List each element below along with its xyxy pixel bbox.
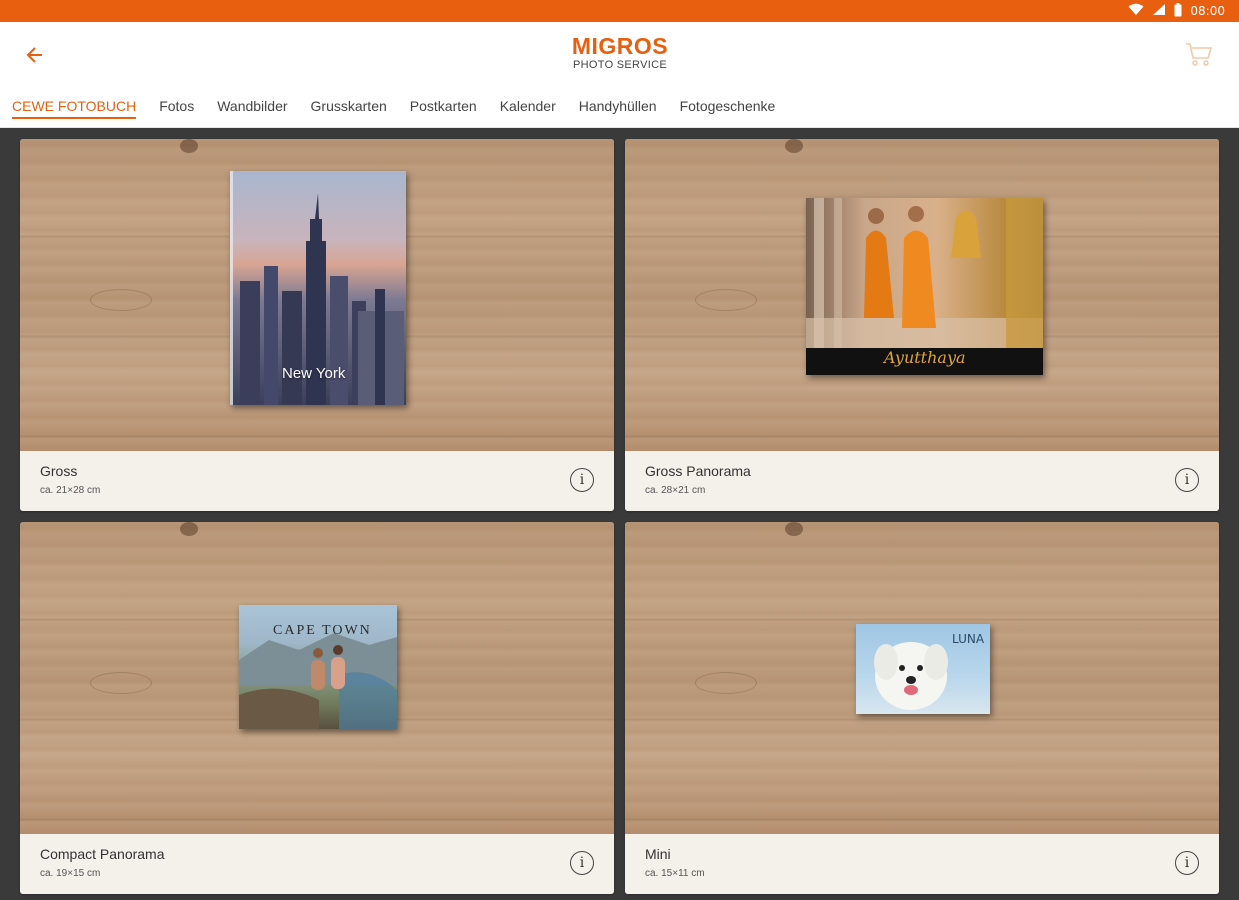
info-icon: i bbox=[579, 472, 585, 488]
product-size: ca. 19×15 cm bbox=[40, 868, 101, 879]
tab-postkarten[interactable]: Postkarten bbox=[410, 94, 477, 124]
cart-button[interactable] bbox=[1183, 38, 1215, 70]
back-button[interactable] bbox=[20, 40, 50, 70]
product-name: Gross bbox=[40, 463, 78, 479]
book-cover-title: CAPE TOWN bbox=[273, 623, 372, 638]
product-card-gross[interactable]: New York Gross ca. 21×28 cm i bbox=[20, 139, 614, 511]
product-caption: Compact Panorama ca. 19×15 cm i bbox=[20, 834, 614, 894]
product-card-mini[interactable]: LUNA Mini ca. 15×11 cm i bbox=[625, 522, 1219, 894]
battery-icon bbox=[1174, 2, 1182, 20]
migros-logo: MIGROS PHOTO SERVICE bbox=[520, 34, 720, 72]
product-name: Mini bbox=[645, 846, 671, 862]
book-cover-image: LUNA bbox=[856, 624, 990, 714]
info-button[interactable]: i bbox=[1175, 851, 1199, 875]
book-cover-image: Ayutthaya bbox=[806, 198, 1043, 375]
book-cover-image: New York bbox=[230, 171, 406, 405]
tab-grusskarten[interactable]: Grusskarten bbox=[311, 94, 387, 124]
cart-icon bbox=[1186, 43, 1213, 66]
product-name: Compact Panorama bbox=[40, 846, 165, 862]
wifi-icon bbox=[1128, 3, 1144, 19]
tab-kalender[interactable]: Kalender bbox=[500, 94, 556, 124]
info-button[interactable]: i bbox=[570, 851, 594, 875]
tab-wandbilder[interactable]: Wandbilder bbox=[217, 94, 287, 124]
product-size: ca. 15×11 cm bbox=[645, 868, 705, 879]
logo-title: MIGROS bbox=[571, 33, 669, 59]
info-button[interactable]: i bbox=[570, 468, 594, 492]
tab-cewe-fotobuch[interactable]: CEWE FOTOBUCH bbox=[12, 94, 137, 124]
product-card-compact-panorama[interactable]: CAPE TOWN Compact Panorama ca. 19×15 cm … bbox=[20, 522, 614, 894]
signal-icon bbox=[1152, 3, 1166, 19]
book-cover-title: Ayutthaya bbox=[884, 348, 966, 367]
category-tabs: CEWE FOTOBUCH Fotos Wandbilder Grusskart… bbox=[0, 94, 798, 128]
product-name: Gross Panorama bbox=[645, 463, 751, 479]
product-size: ca. 28×21 cm bbox=[645, 485, 706, 496]
info-button[interactable]: i bbox=[1175, 468, 1199, 492]
product-card-gross-panorama[interactable]: Ayutthaya Gross Panorama ca. 28×21 cm i bbox=[625, 139, 1219, 511]
status-bar: 08:00 bbox=[0, 0, 1239, 22]
product-size: ca. 21×28 cm bbox=[40, 485, 101, 496]
info-icon: i bbox=[1184, 855, 1190, 871]
info-icon: i bbox=[1184, 472, 1190, 488]
tab-fotogeschenke[interactable]: Fotogeschenke bbox=[680, 94, 776, 124]
book-cover-title: New York bbox=[282, 365, 346, 382]
app-header: MIGROS PHOTO SERVICE CEWE FOTOBUCH Fotos… bbox=[0, 22, 1239, 128]
product-caption: Gross Panorama ca. 28×21 cm i bbox=[625, 451, 1219, 511]
status-time: 08:00 bbox=[1190, 4, 1225, 18]
info-icon: i bbox=[579, 855, 585, 871]
book-cover-image: CAPE TOWN bbox=[239, 605, 397, 729]
arrow-left-icon bbox=[26, 47, 42, 63]
tab-fotos[interactable]: Fotos bbox=[159, 94, 194, 124]
product-caption: Gross ca. 21×28 cm i bbox=[20, 451, 614, 511]
logo-subtitle: PHOTO SERVICE bbox=[573, 59, 667, 71]
status-icons: 08:00 bbox=[1128, 2, 1225, 20]
product-caption: Mini ca. 15×11 cm i bbox=[625, 834, 1219, 894]
tab-handyhuellen[interactable]: Handyhüllen bbox=[579, 94, 657, 124]
book-cover-title: LUNA bbox=[952, 632, 985, 646]
